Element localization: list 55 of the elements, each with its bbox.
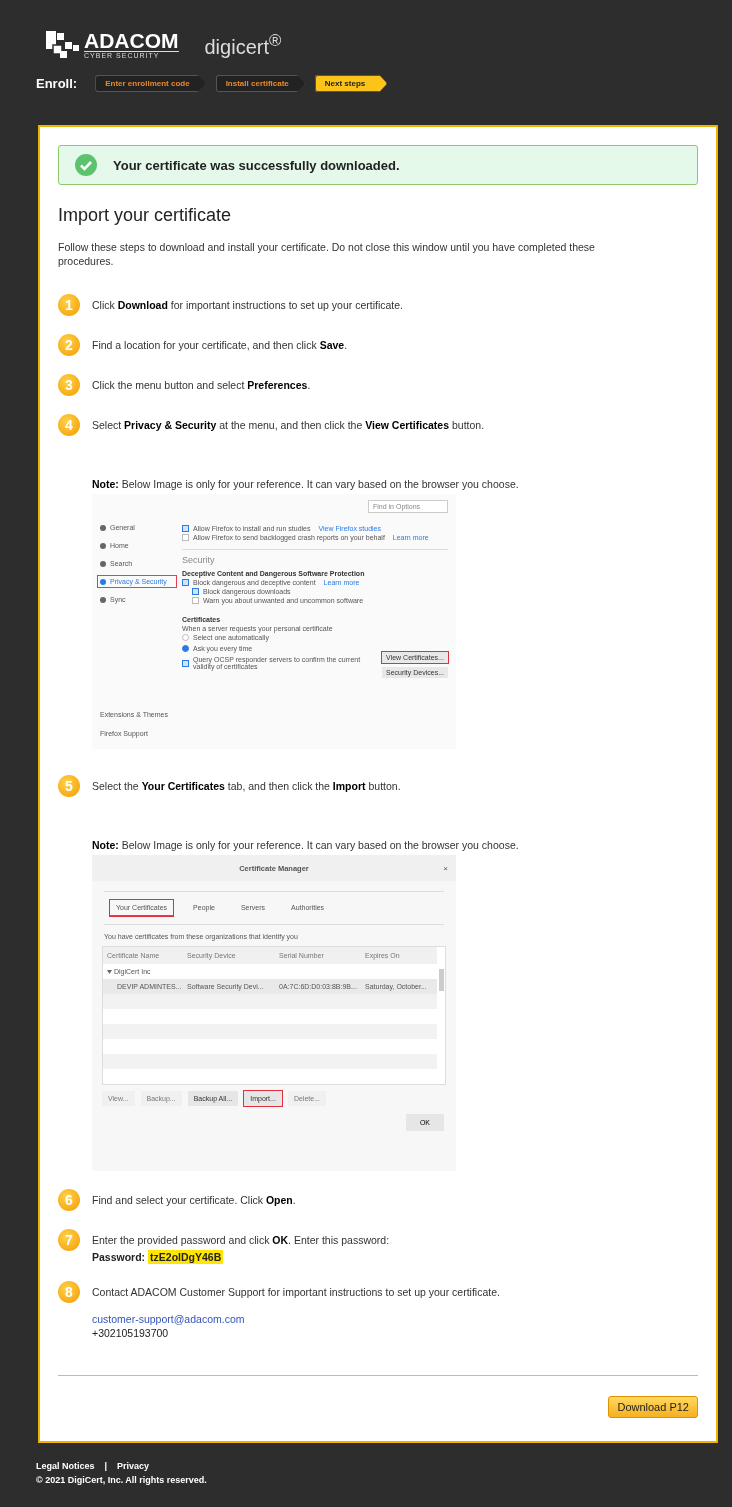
step-number: 3: [58, 374, 80, 396]
checkbox[interactable]: [182, 534, 189, 541]
radio-button[interactable]: [182, 634, 189, 641]
step-number: 4: [58, 414, 80, 436]
step-text: Find and select your certificate. Click Open.: [92, 1194, 296, 1206]
squares-logo-icon: [46, 30, 80, 59]
email-link[interactable]: customer-support@adacom.com: [92, 1313, 698, 1325]
enroll-label: Enroll:: [36, 76, 78, 91]
dot-icon: [100, 560, 106, 567]
step-text: Select Privacy & Security at the menu, and then click the View Certificates button.: [92, 419, 485, 431]
download-button[interactable]: Download P12: [608, 1396, 698, 1418]
step-number: 2: [58, 334, 80, 356]
step-text: Enter the provided password and click OK. Enter this password:: [92, 1234, 390, 1246]
check-circle-icon: [75, 154, 97, 176]
password-value: tzE2oIDgY46B: [148, 1250, 224, 1264]
checkbox[interactable]: [182, 579, 189, 586]
copyright-text: © 2021 DigiCert, Inc. All rights reserved.: [36, 1475, 208, 1485]
step-number: 6: [58, 1189, 80, 1211]
alert-text: Your certificate was successfully downloaded.: [113, 157, 400, 173]
step-number: 5: [58, 775, 80, 797]
enroll-step[interactable]: Next steps: [314, 75, 388, 92]
note-text: Note: Below Image is only for your reference. It can vary based on the browser you choose.: [92, 478, 520, 490]
step-number: 8: [58, 1281, 80, 1303]
step-text: Click Download for important instructions to set up your certificate.: [92, 299, 404, 311]
intro-text: Follow these steps to download and install your certificate. Do not close this window until you have completed these procedures.: [58, 240, 596, 268]
phone-number: +302105193700: [92, 1327, 170, 1339]
dot-icon: [100, 524, 106, 531]
dot-icon: [100, 578, 106, 585]
step-text: Contact ADACOM Customer Support for important instructions to set up your certificate.: [92, 1286, 500, 1298]
radio-button[interactable]: [182, 645, 189, 652]
checkbox[interactable]: [192, 597, 199, 604]
partner-logo: digicert$^{®}$: [204, 30, 282, 59]
step-text: Select the Your Certificates tab, and then click the Import button.: [92, 780, 401, 792]
password-label: Password:: [92, 1251, 146, 1263]
note-text: Note: Below Image is only for your reference. It can vary based on the browser you choose.: [92, 839, 520, 851]
enroll-step[interactable]: Install certificate: [215, 75, 305, 92]
logo-name: ADACOM: [84, 30, 179, 52]
checkbox[interactable]: [182, 525, 189, 532]
footer-link[interactable]: Privacy: [117, 1461, 150, 1471]
step-number: 1: [58, 294, 80, 316]
scrollbar[interactable]: [439, 969, 444, 991]
dot-icon: [100, 596, 106, 603]
link-separator: |: [104, 1461, 108, 1471]
dot-icon: [100, 542, 106, 549]
page-title: Import your certificate: [58, 205, 233, 226]
section-heading: Security: [182, 555, 216, 565]
enroll-step[interactable]: Enter enrollment code: [95, 75, 206, 92]
close-button[interactable]: ×: [443, 863, 448, 873]
checkbox[interactable]: [192, 588, 199, 595]
step-text: Click the menu button and select Preferences.: [92, 379, 311, 391]
caret-icon: [107, 969, 112, 974]
step-number: 7: [58, 1229, 80, 1251]
step-text: Find a location for your certificate, and then click Save.: [92, 339, 348, 351]
checkbox[interactable]: [182, 659, 189, 667]
footer-link[interactable]: Legal Notices: [36, 1461, 95, 1471]
